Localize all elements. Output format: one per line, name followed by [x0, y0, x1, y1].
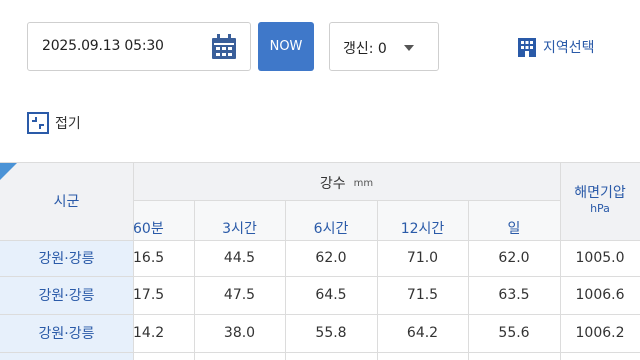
pressure-header-label: 해면기압: [574, 185, 626, 201]
cell-12h: 71.0: [406, 250, 439, 266]
cell-pressure: 1006.6: [575, 287, 625, 303]
cell-day: 62.0: [498, 250, 530, 266]
region-select-label: 지역선택: [543, 40, 595, 56]
refresh-label: 갱신: 0: [343, 41, 387, 57]
grid-line: [285, 200, 286, 360]
grid-line: [468, 200, 469, 360]
cell-6h: 64.5: [315, 287, 347, 303]
datetime-value: 2025.09.13 05:30: [42, 38, 164, 54]
cell-6h: 55.8: [315, 325, 347, 341]
cell-6h: 62.0: [315, 250, 347, 266]
cell-12h: 71.5: [406, 287, 439, 303]
grid-line: [133, 200, 560, 201]
chevron-down-icon: [404, 45, 414, 51]
fold-label: 접기: [55, 116, 81, 132]
table-row-region: 강원·강릉: [0, 314, 133, 352]
region-select-button[interactable]: 지역선택: [517, 36, 595, 58]
grid-line: [0, 162, 640, 163]
table-row-region: 강원·강릉: [0, 276, 133, 314]
calendar-icon[interactable]: [211, 34, 237, 60]
cell-12h: 64.2: [406, 325, 439, 341]
rain-header-label: 강수: [319, 176, 346, 192]
region-header: 시군: [53, 194, 80, 210]
cell-60min: 16.5: [133, 250, 165, 266]
fold-button[interactable]: 접기: [27, 112, 81, 134]
weather-table: 시군 강수 mm 해면기압 hPa 60분 3시간 6시간 12시간 일 강원·…: [0, 162, 640, 360]
rain-unit: mm: [353, 177, 374, 189]
datetime-input[interactable]: 2025.09.13 05:30: [27, 22, 251, 71]
cell-3h: 47.5: [223, 287, 256, 303]
table-row-region: 강원·강릉: [0, 240, 133, 276]
cell-60min: 17.5: [133, 287, 165, 303]
cell-60min: 14.2: [133, 325, 165, 341]
grid-line: [0, 314, 640, 315]
grid-line: [194, 200, 195, 360]
grid-line: [560, 162, 561, 360]
fold-icon: [27, 112, 49, 134]
cell-day: 63.5: [498, 287, 530, 303]
grid-line: [0, 352, 640, 353]
grid-line: [0, 276, 640, 277]
cell-3h: 44.5: [223, 250, 256, 266]
rain-header: 강수 mm: [133, 162, 560, 204]
building-icon: [518, 38, 536, 57]
pressure-unit: hPa: [590, 202, 610, 215]
cell-3h: 38.0: [223, 325, 256, 341]
cell-pressure: 1005.0: [575, 250, 625, 266]
grid-line: [377, 200, 378, 360]
cell-day: 55.6: [498, 325, 530, 341]
grid-line: [0, 240, 640, 241]
grid-line: [133, 162, 134, 360]
pressure-header: 해면기압 hPa: [560, 162, 640, 240]
cell-pressure: 1006.2: [575, 325, 625, 341]
refresh-select[interactable]: 갱신: 0: [329, 22, 439, 71]
now-button[interactable]: NOW: [258, 22, 314, 71]
